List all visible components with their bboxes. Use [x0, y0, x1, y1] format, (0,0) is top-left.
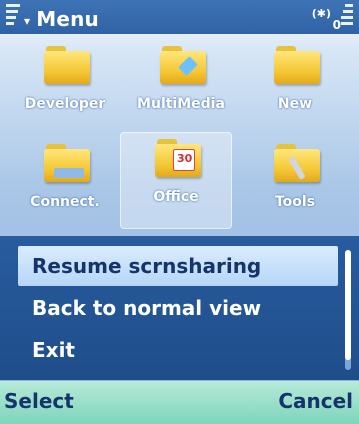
app-label: Connect.	[30, 194, 100, 210]
app-grid: Developer MultiMedia New Connect. 30 Off…	[0, 40, 359, 280]
softkey-bar: Select Cancel	[0, 381, 359, 424]
multimedia-folder-icon	[160, 46, 206, 84]
page-title: ▾ Menu	[24, 7, 99, 31]
app-label: New	[277, 96, 313, 112]
scrollbar-thumb[interactable]	[345, 250, 351, 360]
app-label: Office	[153, 189, 199, 205]
app-label: MultiMedia	[137, 96, 225, 112]
phone-screen: ▾ Menu (✱) 0 Developer MultiMedia New Co…	[0, 0, 359, 424]
app-label: Tools	[274, 194, 316, 210]
menu-item-label: Back to normal view	[32, 296, 262, 320]
connectivity-indicator-icon: (✱)	[312, 7, 331, 20]
menu-item-back-to-normal-view[interactable]: Back to normal view	[18, 288, 338, 328]
battery-icon	[341, 4, 353, 32]
app-connectivity[interactable]: Connect.	[10, 138, 120, 233]
connectivity-folder-icon	[44, 144, 90, 182]
title-bar: ▾ Menu (✱) 0	[0, 0, 359, 34]
menu-item-exit[interactable]: Exit	[18, 330, 338, 370]
tools-folder-icon	[274, 144, 320, 182]
menu-item-label: Resume scrnsharing	[32, 254, 262, 278]
menu-scrollbar[interactable]	[345, 250, 351, 370]
app-tools[interactable]: Tools	[240, 138, 350, 233]
dropdown-caret-icon: ▾	[24, 13, 31, 28]
app-office[interactable]: 30 Office	[120, 132, 232, 229]
app-developer[interactable]: Developer	[10, 40, 120, 135]
app-label: Developer	[24, 96, 106, 112]
folder-icon	[44, 46, 90, 84]
select-softkey[interactable]: Select	[4, 389, 74, 413]
status-counter: 0	[333, 18, 341, 32]
options-menu: Resume scrnsharing Back to normal view E…	[0, 236, 359, 380]
signal-strength-icon	[6, 4, 20, 32]
office-folder-icon: 30	[155, 139, 201, 177]
connectivity-indicator-text: (✱)	[311, 7, 331, 20]
app-multimedia[interactable]: MultiMedia	[126, 40, 236, 135]
page-title-text: Menu	[36, 7, 99, 31]
menu-item-label: Exit	[32, 338, 75, 362]
cancel-softkey[interactable]: Cancel	[278, 389, 353, 413]
folder-icon	[274, 46, 320, 84]
menu-item-resume-screensharing[interactable]: Resume scrnsharing	[18, 246, 338, 286]
status-counter-text: 0	[332, 18, 341, 32]
calendar-badge: 30	[177, 152, 193, 165]
app-new[interactable]: New	[240, 40, 350, 135]
